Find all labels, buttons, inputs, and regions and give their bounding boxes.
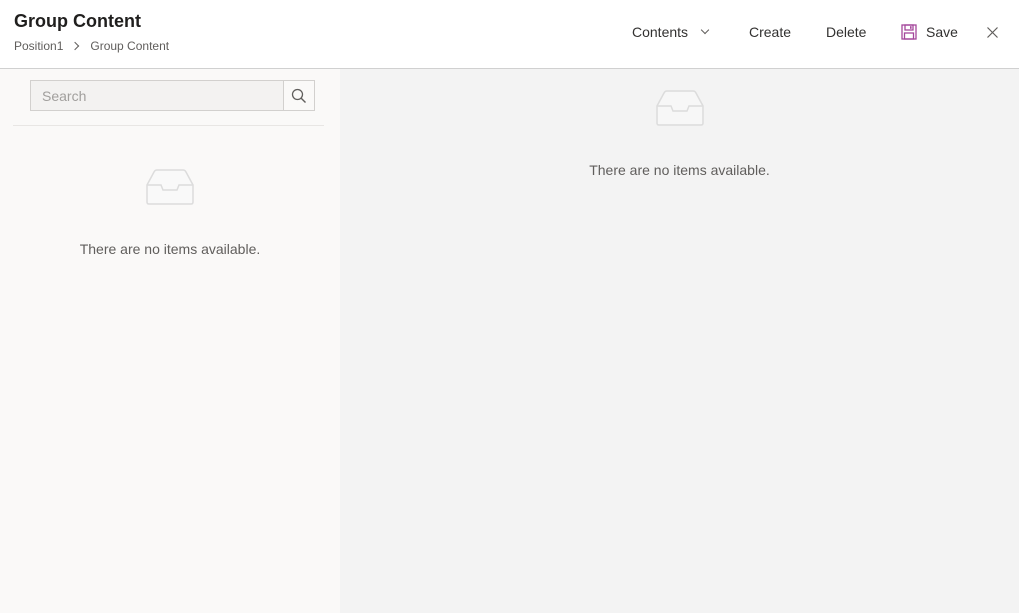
left-pane: There are no items available. [0, 69, 340, 613]
contents-label: Contents [632, 24, 689, 40]
left-empty-message: There are no items available. [79, 241, 261, 257]
search-box [30, 80, 315, 111]
search-button[interactable] [283, 81, 314, 110]
save-label: Save [926, 24, 958, 40]
page-header: Group Content Position1 Group Content Co… [0, 0, 1019, 69]
contents-dropdown-button[interactable]: Contents [632, 16, 710, 48]
empty-inbox-icon [146, 169, 194, 205]
left-empty-state: There are no items available. [0, 169, 340, 257]
search-input[interactable] [31, 81, 283, 110]
breadcrumb-item-group-content: Group Content [90, 39, 170, 53]
close-button[interactable] [984, 20, 1000, 44]
divider [13, 125, 324, 126]
breadcrumb-separator-icon [71, 41, 80, 51]
breadcrumb: Position1 Group Content [14, 39, 169, 53]
right-empty-message: There are no items available. [589, 162, 770, 178]
close-icon [986, 26, 998, 38]
search-icon [291, 88, 307, 104]
save-icon [901, 24, 917, 40]
chevron-down-icon [700, 25, 710, 34]
save-button[interactable]: Save [901, 16, 958, 48]
breadcrumb-item-position1[interactable]: Position1 [14, 39, 63, 53]
delete-label: Delete [826, 24, 867, 40]
right-empty-state: There are no items available. [340, 90, 1019, 178]
empty-inbox-icon [655, 90, 704, 126]
create-button[interactable]: Create [749, 16, 791, 48]
delete-button[interactable]: Delete [826, 16, 866, 48]
create-label: Create [749, 24, 792, 40]
page-title: Group Content [14, 11, 141, 31]
